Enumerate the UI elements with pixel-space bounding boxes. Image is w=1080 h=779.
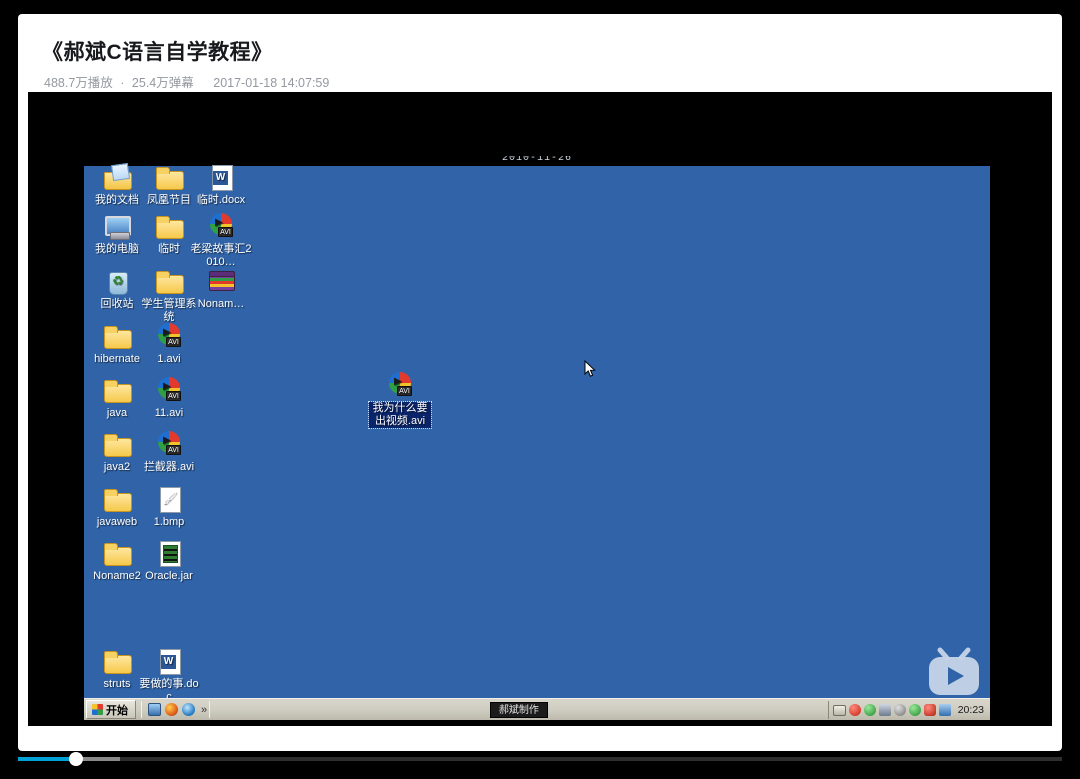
word-doc-icon [153, 646, 185, 676]
internet-explorer-icon[interactable] [182, 703, 195, 716]
desktop-icon[interactable]: AVI 1.avi [138, 321, 200, 366]
page-title: 《郝斌C语言自学教程》 [42, 41, 273, 64]
meta-separator: · [120, 76, 125, 90]
desktop-icon-label: Noname2 [93, 570, 141, 582]
avi-badge: AVI [166, 391, 181, 401]
desktop-icon[interactable]: AVI 拦截器.avi [138, 429, 200, 474]
mouse-cursor [584, 359, 596, 378]
keyboard-ime-icon[interactable] [832, 704, 846, 716]
monitor-icon[interactable] [938, 704, 951, 716]
desktop-icon-label: 11.avi [154, 407, 184, 419]
folder-icon [101, 375, 133, 405]
desktop-icon-label: 回收站 [100, 298, 134, 310]
antivirus-shield-icon[interactable] [923, 704, 936, 716]
folder-icon [153, 211, 185, 241]
windows-flag-icon [92, 704, 103, 715]
desktop-icon[interactable]: AVI 老梁故事汇2010… [190, 211, 252, 269]
quick-launch-bar[interactable] [144, 703, 199, 716]
desktop-icon-label: 学生管理系统 [141, 298, 197, 323]
taskbar-clock[interactable]: 20:23 [958, 704, 984, 716]
volume-icon[interactable] [893, 704, 906, 716]
desktop-icon-label: java [106, 407, 128, 419]
video-progress-bar[interactable] [18, 752, 1062, 766]
avi-video-icon: AVI [205, 211, 237, 241]
desktop-icon-label: 老梁故事汇2010… [190, 243, 252, 268]
folder-icon [101, 538, 133, 568]
publish-date: 2017-01-18 14:07:59 [213, 76, 330, 90]
desktop-icon-label: javaweb [96, 516, 138, 528]
desktop-icon-label: hibernate [94, 353, 140, 365]
desktop-icon[interactable]: 1.bmp [138, 484, 200, 529]
taskbar-window-button[interactable]: 郝斌制作 [489, 702, 548, 718]
green-shield-icon[interactable] [863, 704, 876, 716]
jar-archive-icon [153, 538, 185, 568]
taskbar-divider-2 [209, 701, 211, 718]
system-tray[interactable]: 20:23 [827, 701, 988, 719]
download-arrow-icon[interactable] [908, 704, 921, 716]
folder-icon [153, 162, 185, 192]
video-page-card: 《郝斌C语言自学教程》 488.7万播放 · 25.4万弹幕 2017-01-1… [18, 14, 1062, 751]
taskbar[interactable]: 开始 » 郝斌制作 20:23 [84, 698, 990, 720]
red-circle-icon[interactable] [848, 704, 861, 716]
folder-icon [101, 321, 133, 351]
avi-video-icon: AVI [153, 321, 185, 351]
network-disconnected-icon[interactable] [878, 704, 891, 716]
folder-icon [101, 646, 133, 676]
desktop-screen[interactable]: 2010-11-26 我的文档凤凰节目临时.docx 我的电脑 临时 AVI 老梁故事汇… [84, 156, 990, 720]
folder-icon [101, 484, 133, 514]
winrar-archive-icon [205, 266, 237, 296]
desktop-icon-label: 1.bmp [153, 516, 185, 528]
desktop-icon-label: 拦截器.avi [143, 461, 195, 473]
danmaku-count: 25.4万弹幕 [131, 76, 194, 90]
firefox-icon[interactable] [165, 703, 178, 716]
desktop-icon[interactable]: Oracle.jar [138, 538, 200, 583]
avi-badge: AVI [218, 227, 233, 237]
progress-played [18, 757, 77, 761]
desktop-icon[interactable]: 临时.docx [190, 162, 252, 207]
desktop-icon-label: 临时 [158, 243, 180, 255]
avi-badge: AVI [166, 445, 181, 455]
mydocs-icon [101, 162, 133, 192]
word-doc-icon [205, 162, 237, 192]
start-button-label: 开始 [106, 704, 128, 717]
desktop-icon-label: 我为什么要出视频.avi [368, 401, 432, 429]
folder-icon [101, 429, 133, 459]
desktop-icon[interactable]: AVI 11.avi [138, 375, 200, 420]
show-desktop-icon[interactable] [148, 703, 161, 716]
avi-video-icon: AVI [384, 370, 416, 400]
desktop-icon-label: 凤凰节目 [147, 194, 191, 206]
desktop-icon-label: Oracle.jar [145, 570, 193, 582]
video-meta: 488.7万播放 · 25.4万弹幕 2017-01-18 14:07:59 [44, 72, 329, 91]
bitmap-image-icon [153, 484, 185, 514]
desktop-icon-label: 临时.docx [196, 194, 246, 206]
avi-badge: AVI [166, 337, 181, 347]
desktop-icon-label: 我的电脑 [95, 243, 139, 255]
recycle-bin-icon [101, 266, 133, 296]
view-count: 488.7万播放 [44, 76, 113, 90]
computer-icon [101, 211, 133, 241]
desktop-icon-label: struts [103, 678, 131, 690]
desktop-icon-label: java2 [103, 461, 131, 473]
desktop-icon-label: 1.avi [157, 353, 181, 365]
desktop-icon-label: 我的文档 [95, 194, 139, 206]
video-player[interactable]: 2010-11-26 我的文档凤凰节目临时.docx 我的电脑 临时 AVI 老梁故事汇… [28, 92, 1052, 726]
desktop-icon[interactable]: 要做的事.doc [138, 646, 200, 704]
desktop-icon[interactable]: Nonam… [190, 266, 252, 311]
avi-video-icon: AVI [153, 375, 185, 405]
desktop-icon-label: Nonam… [197, 298, 245, 310]
desktop-icon-selected[interactable]: AVI 我为什么要出视频.avi [368, 370, 432, 429]
avi-video-icon: AVI [153, 429, 185, 459]
taskbar-divider [141, 701, 142, 718]
screenshot-root: 《郝斌C语言自学教程》 488.7万播放 · 25.4万弹幕 2017-01-1… [0, 0, 1080, 779]
folder-icon [153, 266, 185, 296]
bilibili-tv-logo [926, 646, 982, 698]
start-button[interactable]: 开始 [86, 700, 136, 719]
chevron-right-icon[interactable]: » [201, 704, 207, 716]
progress-handle[interactable] [69, 752, 84, 766]
desktop-date-text: 2010-11-26 [501, 156, 573, 164]
